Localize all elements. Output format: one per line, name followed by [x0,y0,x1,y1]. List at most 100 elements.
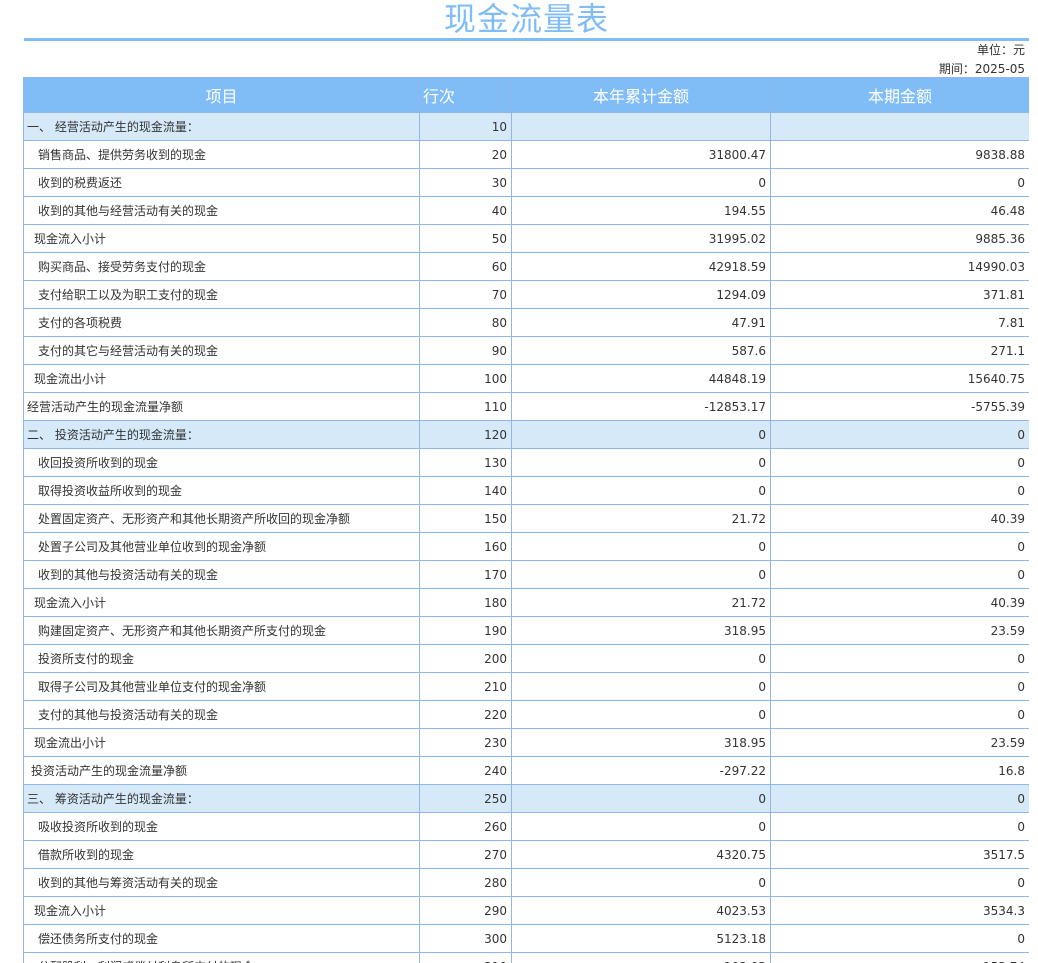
row-period-amount: 46.48 [770,196,1029,225]
row-ytd-amount: 0 [511,448,771,477]
row-line-no: 60 [419,252,512,281]
column-header-ytd-amount[interactable]: 本年累计金额 [511,77,771,113]
table-row[interactable]: 偿还债务所支付的现金 300 5123.18 0 [23,924,1029,953]
row-item-name: 现金流入小计 [23,224,420,253]
table-row[interactable]: 收到的其他与投资活动有关的现金 170 0 0 [23,560,1029,589]
row-item-name: 购建固定资产、无形资产和其他长期资产所支付的现金 [23,616,420,645]
column-header-item[interactable]: 项目 [23,77,420,113]
row-period-amount: 23.59 [770,616,1029,645]
table-row[interactable]: 吸收投资所收到的现金 260 0 0 [23,812,1029,841]
row-line-no: 70 [419,280,512,309]
row-item-name: 投资活动产生的现金流量净额 [23,756,420,785]
row-line-no: 230 [419,728,512,757]
table-row[interactable]: 经营活动产生的现金流量净额 110 -12853.17 -5755.39 [23,392,1029,421]
table-row[interactable]: 现金流入小计 290 4023.53 3534.3 [23,896,1029,925]
row-line-no: 110 [419,392,512,421]
cash-flow-table-container: 项目 行次 本年累计金额 本期金额 一、 经营活动产生的现金流量： 10 销售商品、… [23,77,1029,963]
table-row[interactable]: 分配股利、利润或偿付利息所支付的现金310103.03153.74 [23,952,1029,963]
row-period-amount: 0 [770,868,1029,897]
row-ytd-amount: 4023.53 [511,896,771,925]
row-line-no: 30 [419,168,512,197]
table-row[interactable]: 取得投资收益所收到的现金 140 0 0 [23,476,1029,505]
row-line-no: 40 [419,196,512,225]
unit-label: 单位：元 [976,43,1025,57]
table-row[interactable]: 收到的税费返还 30 0 0 [23,168,1029,197]
table-row[interactable]: 购买商品、接受劳务支付的现金 60 42918.59 14990.03 [23,252,1029,281]
row-period-amount: 3517.5 [770,840,1029,869]
row-line-no: 260 [419,812,512,841]
row-period-amount: -5755.39 [770,392,1029,421]
table-body: 一、 经营活动产生的现金流量： 10 销售商品、提供劳务收到的现金 20 31800.4… [23,112,1029,963]
table-row[interactable]: 现金流入小计 180 21.72 40.39 [23,588,1029,617]
row-item-name: 支付的各项税费 [23,308,420,337]
row-period-amount: 14990.03 [770,252,1029,281]
row-period-amount: 153.74 [770,952,1029,963]
row-ytd-amount: 318.95 [511,728,771,757]
table-row[interactable]: 现金流入小计 50 31995.02 9885.36 [23,224,1029,253]
row-period-amount: 0 [770,448,1029,477]
row-period-amount: 0 [770,644,1029,673]
row-item-name: 支付给职工以及为职工支付的现金 [23,280,420,309]
table-row[interactable]: 现金流出小计 230 318.95 23.59 [23,728,1029,757]
section-row[interactable]: 一、 经营活动产生的现金流量： 10 [23,112,1029,141]
row-line-no: 310 [419,952,512,963]
column-header-line-no[interactable]: 行次 [419,77,512,113]
row-item-name: 一、 经营活动产生的现金流量： [23,112,420,141]
row-period-amount: 15640.75 [770,364,1029,393]
row-item-name: 处置子公司及其他营业单位收到的现金净额 [23,532,420,561]
table-row[interactable]: 投资所支付的现金 200 0 0 [23,644,1029,673]
table-row[interactable]: 取得子公司及其他营业单位支付的现金净额 210 0 0 [23,672,1029,701]
row-ytd-amount: 0 [511,868,771,897]
table-row[interactable]: 收回投资所收到的现金 130 0 0 [23,448,1029,477]
table-row[interactable]: 支付的其他与投资活动有关的现金 220 0 0 [23,700,1029,729]
table-row[interactable]: 支付的各项税费 80 47.91 7.81 [23,308,1029,337]
row-item-name: 现金流入小计 [23,588,420,617]
table-row[interactable]: 收到的其他与筹资活动有关的现金 280 0 0 [23,868,1029,897]
row-ytd-amount: 0 [511,168,771,197]
row-item-name: 投资所支付的现金 [23,644,420,673]
row-ytd-amount: 0 [511,784,771,813]
row-line-no: 180 [419,588,512,617]
row-line-no: 100 [419,364,512,393]
table-row[interactable]: 投资活动产生的现金流量净额 240 -297.22 16.8 [23,756,1029,785]
row-period-amount: 40.39 [770,504,1029,533]
table-row[interactable]: 处置固定资产、无形资产和其他长期资产所收回的现金净额 150 21.72 40.39 [23,504,1029,533]
table-row[interactable]: 现金流出小计 100 44848.19 15640.75 [23,364,1029,393]
section-row[interactable]: 二、 投资活动产生的现金流量： 120 0 0 [23,420,1029,449]
column-header-period-amount[interactable]: 本期金额 [770,77,1029,113]
row-period-amount: 0 [770,924,1029,953]
row-item-name: 收到的其他与筹资活动有关的现金 [23,868,420,897]
row-ytd-amount: 194.55 [511,196,771,225]
row-period-amount: 9885.36 [770,224,1029,253]
row-line-no: 210 [419,672,512,701]
row-period-amount: 3534.3 [770,896,1029,925]
table-row[interactable]: 销售商品、提供劳务收到的现金 20 31800.47 9838.88 [23,140,1029,169]
table-header-row: 项目 行次 本年累计金额 本期金额 [23,77,1029,113]
row-line-no: 240 [419,756,512,785]
row-item-name: 支付的其它与经营活动有关的现金 [23,336,420,365]
row-item-name: 偿还债务所支付的现金 [23,924,420,953]
table-row[interactable]: 支付的其它与经营活动有关的现金 90 587.6 271.1 [23,336,1029,365]
row-line-no: 300 [419,924,512,953]
table-row[interactable]: 借款所收到的现金 270 4320.75 3517.5 [23,840,1029,869]
section-row[interactable]: 三、 筹资活动产生的现金流量： 250 0 0 [23,784,1029,813]
row-ytd-amount: 21.72 [511,588,771,617]
row-line-no: 280 [419,868,512,897]
table-row[interactable]: 处置子公司及其他营业单位收到的现金净额 160 0 0 [23,532,1029,561]
row-period-amount: 0 [770,700,1029,729]
table-row[interactable]: 收到的其他与经营活动有关的现金 40 194.55 46.48 [23,196,1029,225]
row-period-amount: 0 [770,532,1029,561]
period-label: 期间：2025-05 [938,62,1025,76]
row-period-amount: 40.39 [770,588,1029,617]
row-line-no: 290 [419,896,512,925]
table-row[interactable]: 购建固定资产、无形资产和其他长期资产所支付的现金 190 318.95 23.59 [23,616,1029,645]
row-line-no: 140 [419,476,512,505]
row-line-no: 10 [419,112,512,141]
row-line-no: 270 [419,840,512,869]
row-item-name: 支付的其他与投资活动有关的现金 [23,700,420,729]
row-line-no: 220 [419,700,512,729]
table-row[interactable]: 支付给职工以及为职工支付的现金 70 1294.09 371.81 [23,280,1029,309]
row-period-amount: 0 [770,168,1029,197]
row-item-name: 购买商品、接受劳务支付的现金 [23,252,420,281]
row-item-name: 现金流入小计 [23,896,420,925]
